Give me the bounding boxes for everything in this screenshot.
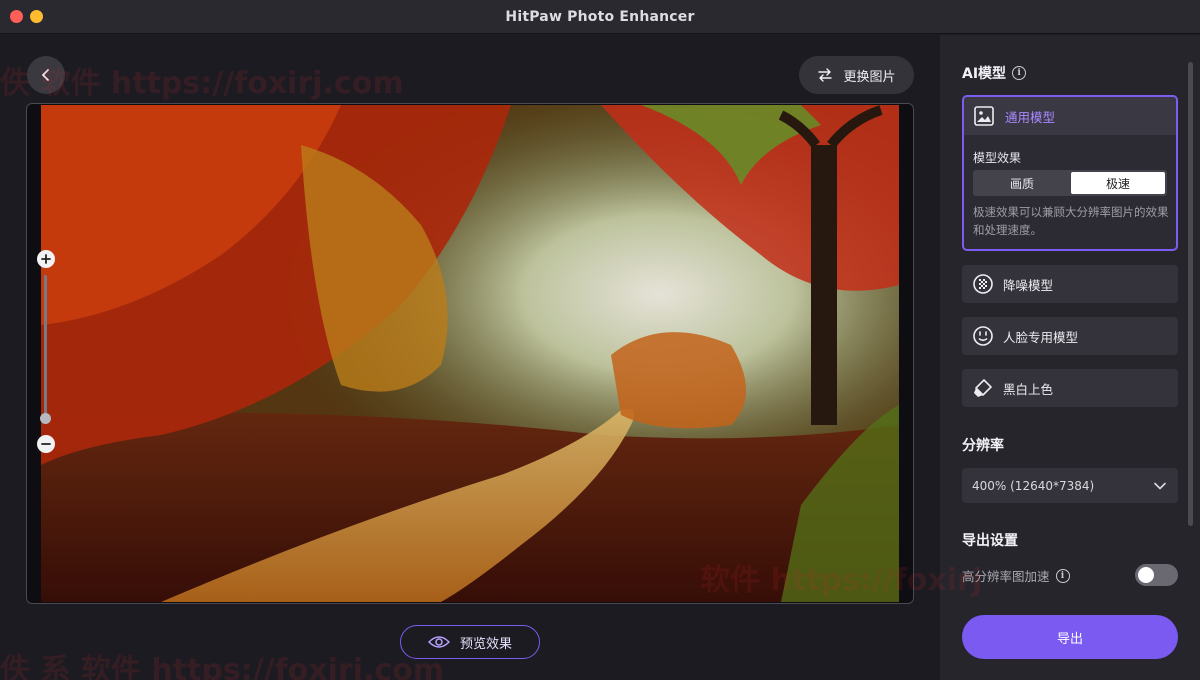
- app-window: HitPaw Photo Enhancer 更换图片 预览效果 AI模型 i 通…: [0, 0, 1200, 680]
- toggle-knob: [1138, 567, 1154, 583]
- model-effect-description: 极速效果可以兼顾大分辨率图片的效果和处理速度。: [973, 205, 1169, 237]
- export-label: 导出: [1056, 631, 1083, 647]
- plus-icon: [41, 254, 51, 264]
- zoom-slider-track[interactable]: [44, 275, 47, 415]
- back-button[interactable]: [27, 56, 65, 94]
- face-model-label: 人脸专用模型: [1003, 329, 1079, 345]
- swap-icon: [818, 68, 833, 82]
- hires-accel-row: 高分辨率图加速 i: [962, 566, 1070, 585]
- hires-accel-label: 高分辨率图加速: [962, 569, 1050, 584]
- ai-model-section-title: AI模型 i: [962, 63, 1027, 83]
- zoom-out-button[interactable]: [37, 435, 55, 453]
- panel-scrollbar[interactable]: [1188, 62, 1193, 526]
- model-effect-segmented-control: 画质 极速: [973, 170, 1167, 196]
- eye-icon: [427, 636, 450, 648]
- hires-accel-info-icon[interactable]: i: [1055, 568, 1070, 583]
- title-bar: HitPaw Photo Enhancer: [0, 0, 1200, 34]
- preview-effect-button[interactable]: 预览效果: [400, 625, 540, 659]
- info-icon[interactable]: i: [1012, 66, 1027, 80]
- general-model-card[interactable]: 通用模型 模型效果 画质 极速 极速效果可以兼顾大分辨率图片的效果和处理速度。: [962, 95, 1178, 251]
- face-icon: [972, 325, 994, 347]
- minus-icon: [41, 443, 51, 445]
- image-icon: [974, 106, 994, 126]
- photo-illustration: [41, 105, 899, 602]
- image-canvas[interactable]: [26, 103, 914, 604]
- colorize-model-card[interactable]: 黑白上色: [962, 369, 1178, 407]
- replace-image-label: 更换图片: [843, 69, 896, 85]
- quality-option[interactable]: 画质: [975, 172, 1069, 194]
- replace-image-button[interactable]: 更换图片: [799, 56, 914, 94]
- denoise-icon: [972, 273, 994, 295]
- workspace: 更换图片 预览效果: [0, 35, 940, 680]
- hires-accel-toggle[interactable]: [1135, 564, 1178, 586]
- resolution-select[interactable]: 400% (12640*7384): [962, 468, 1178, 503]
- zoom-in-button[interactable]: [37, 250, 55, 268]
- colorize-icon: [972, 377, 994, 399]
- export-settings-title: 导出设置: [962, 533, 1018, 549]
- zoom-slider-thumb[interactable]: [40, 413, 51, 424]
- face-model-card[interactable]: 人脸专用模型: [962, 317, 1178, 355]
- general-model-label: 通用模型: [1005, 109, 1056, 125]
- colorize-model-label: 黑白上色: [1003, 381, 1054, 397]
- chevron-left-icon: [42, 69, 49, 81]
- denoise-model-label: 降噪模型: [1003, 277, 1054, 293]
- resolution-title: 分辨率: [962, 438, 1004, 454]
- autumn-forest-photo: [41, 105, 899, 602]
- window-title: HitPaw Photo Enhancer: [505, 9, 695, 25]
- export-button[interactable]: 导出: [962, 615, 1178, 659]
- resolution-value: 400% (12640*7384): [972, 478, 1095, 493]
- speed-option[interactable]: 极速: [1071, 172, 1165, 194]
- denoise-model-card[interactable]: 降噪模型: [962, 265, 1178, 303]
- chevron-down-icon: [1154, 482, 1166, 489]
- preview-effect-label: 预览效果: [459, 636, 512, 652]
- general-model-header[interactable]: 通用模型: [964, 97, 1176, 135]
- model-effect-label: 模型效果: [973, 151, 1022, 165]
- ai-model-title: AI模型: [962, 66, 1007, 82]
